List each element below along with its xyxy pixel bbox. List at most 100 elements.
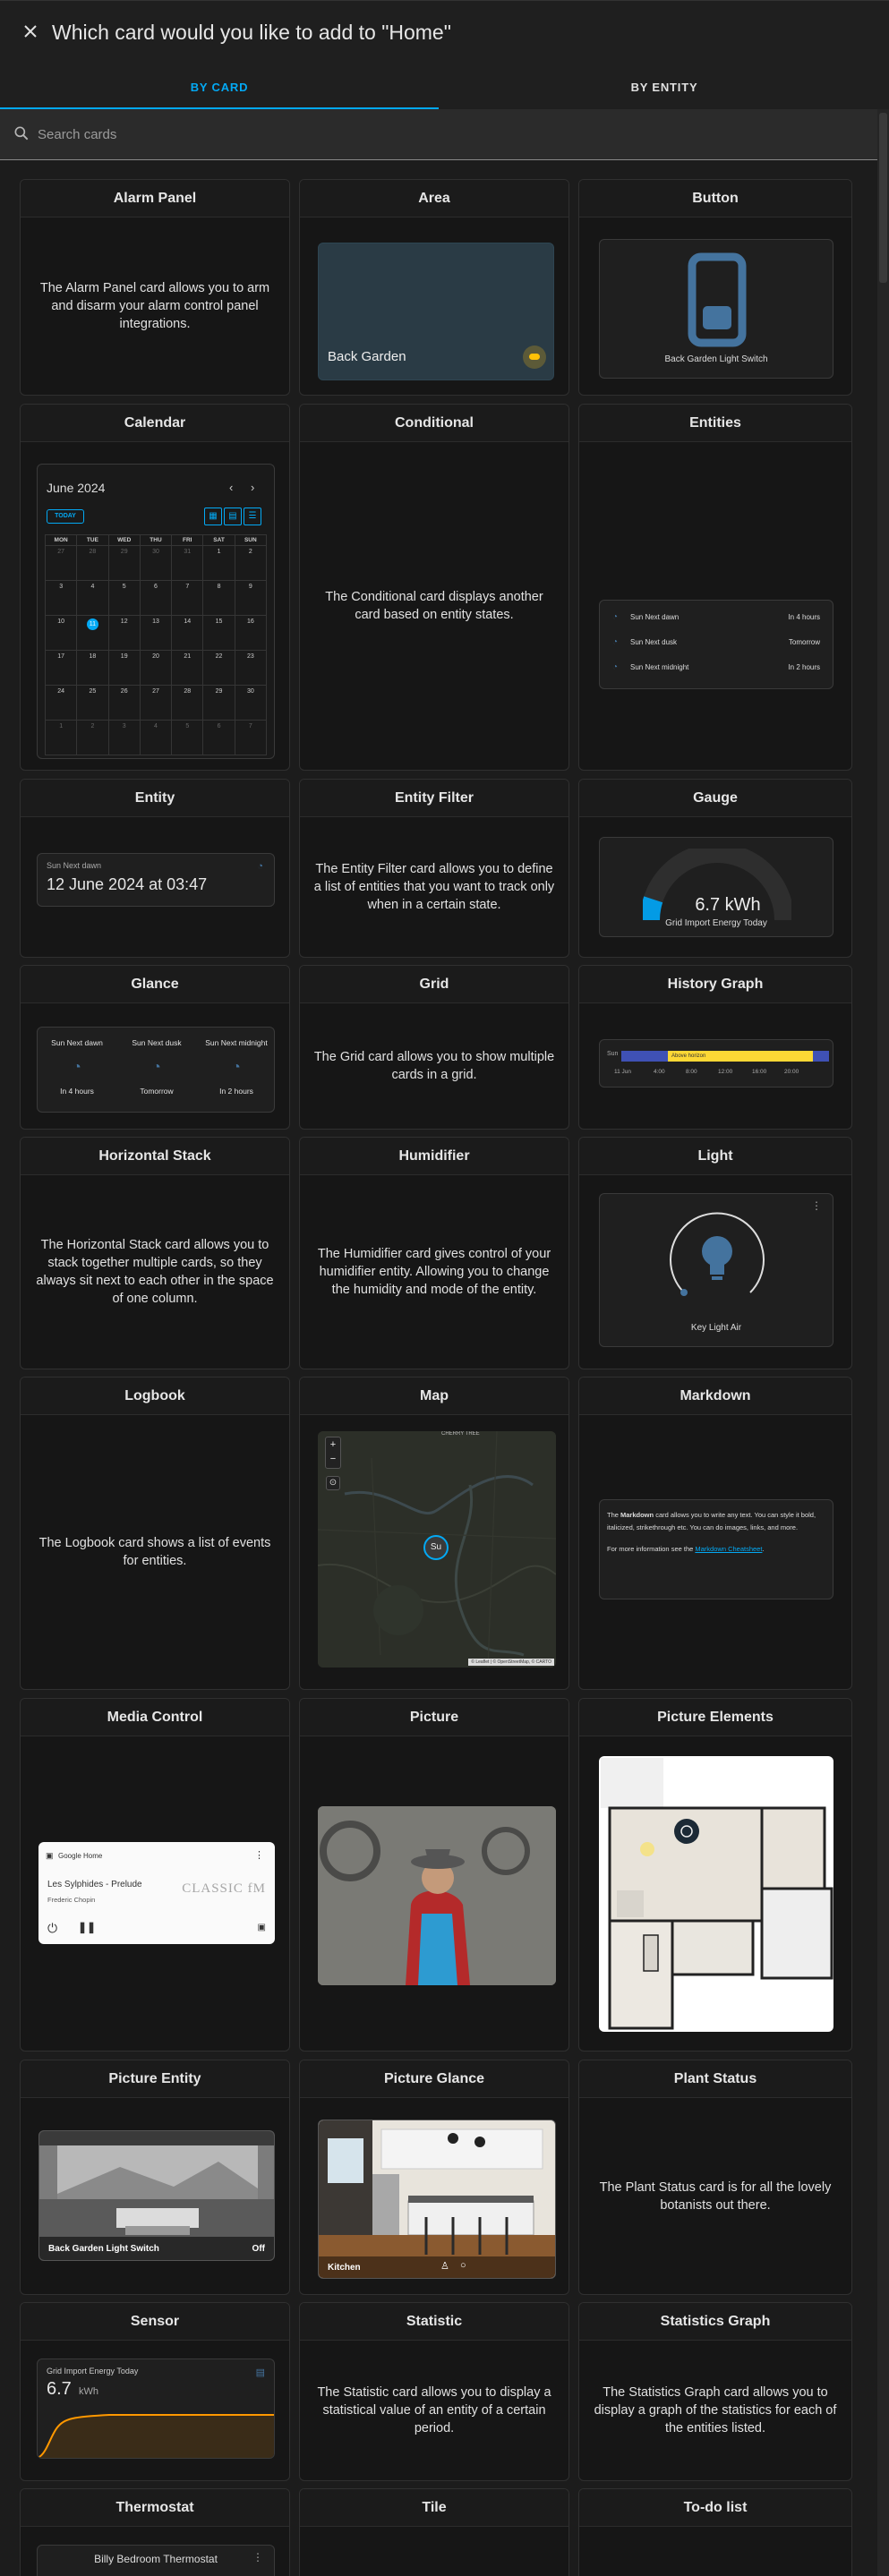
scrollbar[interactable]: [877, 109, 889, 2576]
weekday-label: FRI: [171, 534, 204, 546]
card-light[interactable]: Light ⋮ Key Light Air: [578, 1137, 852, 1369]
entity-row: ◔ Sun Next dusk Tomorrow: [612, 635, 820, 653]
media-device: Google Home: [58, 1852, 103, 1860]
card-title: Button: [579, 180, 851, 218]
calendar-day: 3: [44, 580, 78, 616]
card-description: The Statistic card allows you to display…: [317, 2385, 551, 2435]
tab-by-card[interactable]: BY CARD: [0, 72, 439, 109]
card-sensor[interactable]: Sensor Grid Import Energy Today ▤ 6.7 kW…: [20, 2302, 290, 2481]
card-button[interactable]: Button Back Garden Light Switch: [578, 179, 852, 396]
card-title: Entity Filter: [300, 780, 568, 817]
motion-sensor-icon: ♙: [440, 2261, 449, 2272]
card-title: Alarm Panel: [21, 180, 289, 218]
card-statistics-graph[interactable]: Statistics Graph The Statistics Graph ca…: [578, 2302, 852, 2481]
card-markdown[interactable]: Markdown The Markdown card allows you to…: [578, 1377, 852, 1690]
light-preview: ⋮ Key Light Air: [599, 1193, 833, 1347]
entity-name: Sun Next midnight: [630, 663, 689, 671]
card-entity[interactable]: Entity Sun Next dawn ◔ 12 June 2024 at 0…: [20, 779, 290, 958]
calendar-day: 4: [76, 580, 109, 616]
card-thermostat[interactable]: Thermostat Billy Bedroom Thermostat ⋮: [20, 2488, 290, 2576]
calendar-day: 24: [44, 685, 78, 721]
calendar-day: 29: [107, 545, 141, 581]
card-title: Statistics Graph: [579, 2303, 851, 2341]
calendar-day: 18: [76, 650, 109, 686]
button-label: Back Garden Light Switch: [664, 354, 768, 364]
glance-item-name: Sun Next dusk: [132, 1038, 182, 1047]
scrollbar-thumb[interactable]: [879, 113, 887, 283]
sensor-sparkline: [38, 2414, 274, 2458]
card-title: Media Control: [21, 1699, 289, 1736]
calendar-day: 21: [171, 650, 204, 686]
weekday-label: TUE: [76, 534, 109, 546]
card-logbook[interactable]: Logbook The Logbook card shows a list of…: [20, 1377, 290, 1690]
card-title: Calendar: [21, 405, 289, 442]
card-alarm-panel[interactable]: Alarm Panel The Alarm Panel card allows …: [20, 179, 290, 396]
card-description: The Grid card allows you to show multipl…: [313, 1050, 555, 1082]
calendar-day: 12: [107, 615, 141, 651]
card-humidifier[interactable]: Humidifier The Humidifier card gives con…: [299, 1137, 569, 1369]
sun-clock-icon: ◔: [232, 1060, 241, 1075]
card-map[interactable]: Map + − ⊙ CHERRY TREE Su © Leaflet | © Op…: [299, 1377, 569, 1690]
gauge-label: Grid Import Energy Today: [665, 918, 767, 928]
week-view-icon: ▤: [224, 508, 242, 525]
picture-entity-preview: Back Garden Light Switch Off: [38, 2130, 275, 2261]
map-marker: Su: [423, 1535, 449, 1560]
card-picture[interactable]: Picture: [299, 1698, 569, 2051]
calendar-day: 29: [202, 685, 235, 721]
entity-name: Sun Next dawn: [47, 861, 102, 870]
card-title: Logbook: [21, 1378, 289, 1415]
card-title: Entities: [579, 405, 851, 442]
card-todo-list[interactable]: To-do list: [578, 2488, 852, 2576]
card-title: Map: [300, 1378, 568, 1415]
more-options-icon: ⋮: [254, 1850, 264, 1861]
card-picture-glance[interactable]: Picture Glance Kitchen ♙ ○: [299, 2060, 569, 2295]
card-title: History Graph: [579, 966, 851, 1003]
card-tile[interactable]: Tile: [299, 2488, 569, 2576]
card-plant-status[interactable]: Plant Status The Plant Status card is fo…: [578, 2060, 852, 2295]
card-description: The Plant Status card is for all the lov…: [599, 2179, 832, 2213]
sun-clock-icon: ◔: [612, 612, 619, 622]
picture-entity-name: Back Garden Light Switch: [48, 2244, 159, 2254]
media-artist: Frederic Chopin: [47, 1896, 96, 1904]
card-area[interactable]: Area Back Garden: [299, 179, 569, 396]
card-entities[interactable]: Entities ◔ Sun Next dawn In 4 hours ◔ Su…: [578, 404, 852, 771]
card-description: The Horizontal Stack card allows you to …: [36, 1238, 274, 1306]
card-glance[interactable]: Glance Sun Next dawn ◔ In 4 hours Sun Ne…: [20, 965, 290, 1130]
card-media-control[interactable]: Media Control ▣ Google Home ⋮ Les Sylphi…: [20, 1698, 290, 2051]
close-icon[interactable]: [20, 21, 41, 42]
dialog-header: Which card would you like to add to "Hom…: [0, 0, 889, 72]
area-name: Back Garden: [328, 349, 406, 364]
card-title: Gauge: [579, 780, 851, 817]
card-title: Grid: [300, 966, 568, 1003]
card-calendar[interactable]: Calendar June 2024 ‹ › TODAY ▦ ▤ ☰ MON T…: [20, 404, 290, 771]
picture-entity-state: Off: [252, 2244, 265, 2254]
card-gauge[interactable]: Gauge 6.7 kWh Grid Import Energy Today: [578, 779, 852, 958]
picture-glance-name: Kitchen: [328, 2263, 361, 2273]
card-picture-entity[interactable]: Picture Entity Back Garden Light Switch …: [20, 2060, 290, 2295]
calendar-day: 2: [234, 545, 268, 581]
power-icon: ⏻: [47, 1921, 58, 1935]
picture-image: [318, 1806, 556, 1985]
sun-clock-icon: ◔: [612, 637, 619, 647]
calendar-day: 30: [139, 545, 173, 581]
light-off-icon: ○: [460, 2260, 466, 2271]
card-picture-elements[interactable]: Picture Elements: [578, 1698, 852, 2051]
history-axis-label: 8:00: [686, 1069, 697, 1075]
tab-by-entity[interactable]: BY ENTITY: [445, 72, 884, 109]
weekday-label: THU: [139, 534, 173, 546]
today-marker: 11: [86, 618, 98, 630]
card-title: Glance: [21, 966, 289, 1003]
card-grid[interactable]: Grid The Grid card allows you to show mu…: [299, 965, 569, 1130]
entity-state: In 2 hours: [788, 663, 820, 671]
card-history-graph[interactable]: History Graph Sun Above horizon 11 Jun 4…: [578, 965, 852, 1130]
sun-clock-icon: ◔: [612, 662, 619, 672]
card-conditional[interactable]: Conditional The Conditional card display…: [299, 404, 569, 771]
card-horizontal-stack[interactable]: Horizontal Stack The Horizontal Stack ca…: [20, 1137, 290, 1369]
toggle-icon: [523, 345, 546, 369]
card-statistic[interactable]: Statistic The Statistic card allows you …: [299, 2302, 569, 2481]
weekday-label: SUN: [234, 534, 268, 546]
card-entity-filter[interactable]: Entity Filter The Entity Filter card all…: [299, 779, 569, 958]
weekday-label: MON: [44, 534, 78, 546]
search-input[interactable]: [38, 122, 843, 147]
markdown-text: The Markdown card allows you to write an…: [607, 1511, 816, 1531]
